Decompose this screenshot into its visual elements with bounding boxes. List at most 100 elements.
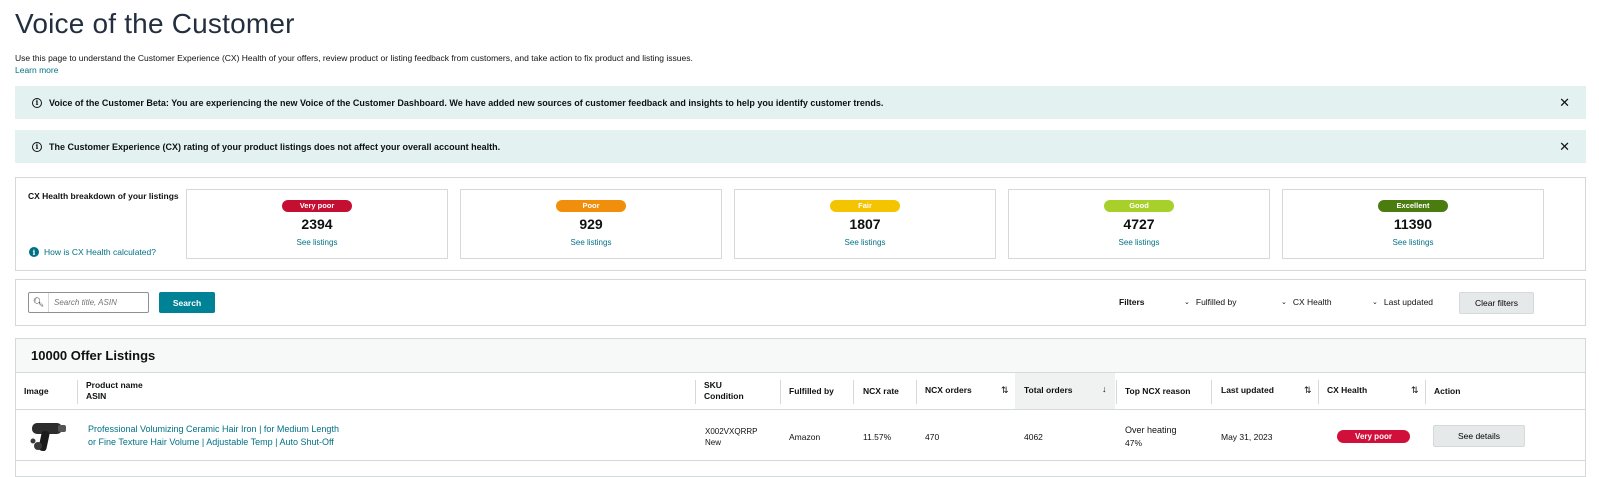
column-headers: Image Product name ASIN SKU Condition Fu… bbox=[16, 373, 1585, 410]
column-divider bbox=[1425, 380, 1426, 404]
cx-health-how-text[interactable]: How is CX Health calculated? bbox=[44, 247, 156, 257]
cx-health-badge: Very poor bbox=[1337, 430, 1410, 443]
search-button[interactable]: Search bbox=[159, 292, 215, 313]
fulfilled-by-dropdown[interactable]: ⌄ Fulfilled by bbox=[1184, 297, 1237, 307]
table-header-band: 10000 Offer Listings bbox=[16, 339, 1585, 373]
total-orders-value: 4062 bbox=[1024, 432, 1043, 442]
top-reason-value: Over heating bbox=[1125, 425, 1177, 435]
col-cx-health[interactable]: CX Health bbox=[1327, 385, 1367, 395]
sort-icon[interactable]: ⇅ bbox=[1304, 385, 1312, 396]
fulfilled-by-value: Amazon bbox=[789, 432, 821, 442]
chevron-down-icon: ⌄ bbox=[1281, 299, 1287, 306]
column-divider bbox=[916, 380, 917, 404]
sku-cell: X002VXQRRP New bbox=[705, 426, 757, 448]
close-icon[interactable]: ✕ bbox=[1559, 139, 1570, 155]
search-box: 🔍︎ bbox=[28, 292, 149, 313]
sort-icon[interactable]: ⇅ bbox=[1411, 385, 1419, 396]
col-top-ncx-reason[interactable]: Top NCX reason bbox=[1125, 386, 1191, 396]
cx-badge-excellent: Excellent bbox=[1378, 200, 1448, 212]
listings-table: 10000 Offer Listings Image Product name … bbox=[15, 338, 1586, 477]
cx-badge-fair: Fair bbox=[830, 200, 900, 212]
cx-health-label: CX Health breakdown of your listings bbox=[28, 191, 179, 201]
column-divider bbox=[1116, 380, 1117, 404]
see-listings-very-poor[interactable]: See listings bbox=[187, 238, 447, 247]
col-condition-label: Condition bbox=[704, 391, 744, 401]
col-product-name-label: Product name bbox=[86, 380, 143, 390]
page-description: Use this page to understand the Customer… bbox=[15, 53, 693, 63]
col-total-orders[interactable]: Total orders bbox=[1024, 385, 1073, 395]
cx-card-excellent: Excellent 11390 See listings bbox=[1282, 189, 1544, 259]
search-input[interactable] bbox=[49, 298, 144, 307]
col-product-name[interactable]: Product name ASIN bbox=[86, 380, 143, 402]
cx-badge-poor: Poor bbox=[556, 200, 626, 212]
cx-badge-very-poor: Very poor bbox=[282, 200, 352, 212]
sort-icon[interactable]: ⇅ bbox=[1001, 385, 1009, 396]
see-details-button[interactable]: See details bbox=[1433, 425, 1525, 447]
cx-card-very-poor: Very poor 2394 See listings bbox=[186, 189, 448, 259]
product-name-link[interactable]: Professional Volumizing Ceramic Hair Iro… bbox=[88, 423, 378, 449]
chevron-down-icon: ⌄ bbox=[1372, 299, 1378, 306]
col-sku-label: SKU bbox=[704, 380, 722, 390]
search-icon: 🔍︎ bbox=[29, 293, 49, 312]
ncx-rate-value: 11.57% bbox=[863, 432, 892, 442]
column-divider bbox=[1318, 380, 1319, 404]
col-ncx-rate[interactable]: NCX rate bbox=[863, 386, 899, 396]
info-icon: i bbox=[29, 247, 39, 257]
col-sku[interactable]: SKU Condition bbox=[704, 380, 744, 402]
see-listings-good[interactable]: See listings bbox=[1009, 238, 1269, 247]
column-divider bbox=[780, 380, 781, 404]
col-image: Image bbox=[24, 386, 49, 396]
col-ncx-orders[interactable]: NCX orders bbox=[925, 385, 972, 395]
listings-count-title: 10000 Offer Listings bbox=[31, 348, 156, 363]
info-icon: i bbox=[32, 141, 42, 152]
cx-badge-good: Good bbox=[1104, 200, 1174, 212]
cx-rating-banner: i The Customer Experience (CX) rating of… bbox=[15, 130, 1586, 163]
page-title: Voice of the Customer bbox=[15, 8, 295, 39]
last-updated-value: May 31, 2023 bbox=[1221, 432, 1273, 442]
sort-down-icon[interactable]: ↓ bbox=[1102, 384, 1107, 394]
cx-health-filter-label: CX Health bbox=[1292, 297, 1332, 307]
close-icon[interactable]: ✕ bbox=[1559, 95, 1570, 111]
beta-banner-text: Voice of the Customer Beta: You are expe… bbox=[49, 97, 884, 108]
info-icon: i bbox=[32, 97, 42, 108]
column-divider bbox=[853, 380, 854, 404]
fulfilled-by-label: Fulfilled by bbox=[1195, 297, 1237, 307]
cx-count-fair: 1807 bbox=[849, 216, 881, 232]
cx-card-poor: Poor 929 See listings bbox=[460, 189, 722, 259]
top-reason-pct: 47% bbox=[1125, 438, 1143, 448]
cx-count-excellent: 11390 bbox=[1393, 216, 1433, 232]
column-divider bbox=[695, 380, 696, 404]
top-ncx-reason-cell: Over heating 47% bbox=[1125, 424, 1177, 450]
last-updated-dropdown[interactable]: ⌄ Last updated bbox=[1372, 297, 1433, 307]
col-action: Action bbox=[1434, 386, 1461, 396]
ncx-orders-value: 470 bbox=[925, 432, 940, 442]
see-listings-poor[interactable]: See listings bbox=[461, 238, 721, 247]
col-last-updated[interactable]: Last updated bbox=[1221, 385, 1274, 395]
see-listings-excellent[interactable]: See listings bbox=[1283, 238, 1543, 247]
cx-health-how-link[interactable]: i How is CX Health calculated? bbox=[29, 247, 156, 257]
col-asin-label: ASIN bbox=[86, 391, 107, 401]
sku-value: X002VXQRRP bbox=[705, 427, 758, 436]
product-name-line1: Professional Volumizing Ceramic Hair Iro… bbox=[88, 424, 339, 434]
chevron-down-icon: ⌄ bbox=[1184, 299, 1190, 306]
filters-label: Filters bbox=[1119, 297, 1145, 307]
clear-filters-button[interactable]: Clear filters bbox=[1459, 292, 1534, 314]
column-divider bbox=[1211, 380, 1212, 404]
learn-more-link[interactable]: Learn more bbox=[15, 65, 58, 75]
cx-health-panel: CX Health breakdown of your listings i H… bbox=[15, 177, 1586, 271]
cx-count-very-poor: 2394 bbox=[301, 216, 333, 232]
cx-card-good: Good 4727 See listings bbox=[1008, 189, 1270, 259]
product-name-line2: or Fine Texture Hair Volume | Adjustable… bbox=[88, 437, 334, 447]
col-fulfilled-by[interactable]: Fulfilled by bbox=[789, 386, 834, 396]
filter-panel: 🔍︎ Search Filters ⌄ Fulfilled by ⌄ CX He… bbox=[15, 279, 1586, 326]
cx-health-dropdown[interactable]: ⌄ CX Health bbox=[1281, 297, 1332, 307]
product-thumbnail-hair-dryer[interactable] bbox=[30, 419, 70, 455]
last-updated-filter-label: Last updated bbox=[1383, 297, 1434, 307]
cx-card-fair: Fair 1807 See listings bbox=[734, 189, 996, 259]
cx-count-good: 4727 bbox=[1123, 216, 1155, 232]
cx-rating-banner-text: The Customer Experience (CX) rating of y… bbox=[49, 141, 501, 152]
see-listings-fair[interactable]: See listings bbox=[735, 238, 995, 247]
condition-value: New bbox=[705, 438, 722, 447]
column-divider bbox=[77, 380, 78, 404]
cx-count-poor: 929 bbox=[579, 216, 603, 232]
